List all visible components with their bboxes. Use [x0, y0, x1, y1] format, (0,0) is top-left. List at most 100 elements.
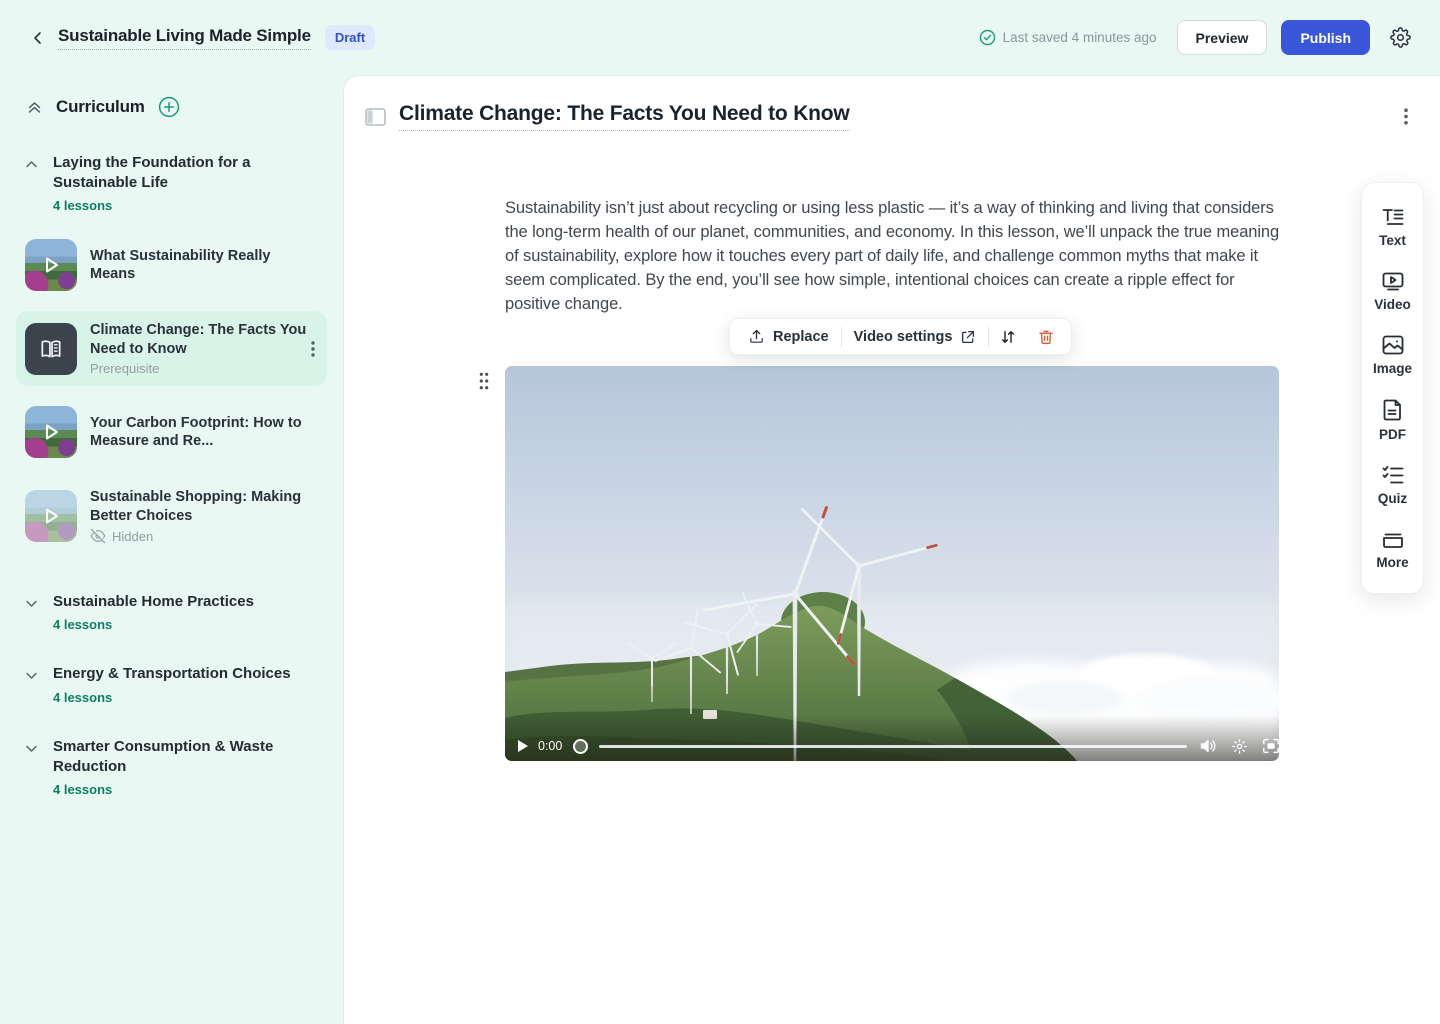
lesson-title: What Sustainability Really Means — [90, 247, 317, 284]
external-link-icon — [960, 329, 976, 345]
section-title: Energy & Transportation Choices — [53, 664, 319, 684]
video-settings-button[interactable]: Video settings — [842, 318, 989, 355]
publish-button[interactable]: Publish — [1281, 20, 1370, 55]
double-chevron-up-icon — [26, 99, 43, 116]
chevron-up-icon — [24, 157, 40, 213]
saved-status-text: Last saved 4 minutes ago — [1003, 30, 1157, 45]
sort-arrows-icon — [999, 328, 1017, 346]
seek-bar[interactable] — [599, 745, 1187, 748]
add-text-block-button[interactable]: Text — [1362, 195, 1423, 259]
header-actions: Last saved 4 minutes ago Preview Publish — [979, 20, 1416, 55]
collapse-all-button[interactable] — [24, 97, 44, 117]
video-block: Replace Video settings — [505, 366, 1280, 761]
add-quiz-block-button[interactable]: Quiz — [1362, 453, 1423, 517]
lesson-title: Climate Change: The Facts You Need to Kn… — [90, 321, 317, 358]
lesson-item[interactable]: What Sustainability Really Means — [16, 229, 327, 301]
book-open-icon — [38, 336, 64, 362]
curriculum-sidebar: Curriculum Laying the Foundation for a S… — [0, 75, 343, 1024]
video-thumbnail — [25, 490, 77, 542]
video-controls-bar: 0:00 — [505, 715, 1279, 761]
lesson-intro-paragraph[interactable]: Sustainability isn’t just about recyclin… — [505, 196, 1280, 316]
curriculum-title: Curriculum — [56, 97, 145, 117]
video-settings-label: Video settings — [854, 329, 953, 345]
lesson-title: Sustainable Shopping: Making Better Choi… — [90, 488, 317, 525]
play-icon — [25, 406, 77, 458]
play-button[interactable] — [517, 739, 529, 753]
section-title: Sustainable Home Practices — [53, 592, 319, 612]
section-title: Laying the Foundation for a Sustainable … — [53, 153, 319, 193]
more-blocks-button[interactable]: More — [1362, 517, 1423, 581]
section-header[interactable]: Sustainable Home Practices 4 lessons — [16, 592, 327, 632]
eye-off-icon — [90, 528, 106, 544]
player-gear-icon — [1231, 738, 1248, 755]
seek-handle[interactable] — [573, 739, 588, 754]
chevron-down-icon — [24, 741, 40, 797]
course-title[interactable]: Sustainable Living Made Simple — [58, 26, 311, 50]
status-badge: Draft — [325, 25, 375, 50]
lesson-list: What Sustainability Really Means Climate… — [16, 229, 327, 554]
section-lesson-count: 4 lessons — [53, 198, 319, 213]
gear-icon — [1390, 27, 1411, 48]
add-pdf-block-button[interactable]: PDF — [1362, 387, 1423, 453]
lesson-title[interactable]: Climate Change: The Facts You Need to Kn… — [399, 102, 850, 131]
saved-status: Last saved 4 minutes ago — [979, 29, 1157, 46]
lesson-header: Climate Change: The Facts You Need to Kn… — [344, 76, 1440, 131]
toggle-sidebar-button[interactable] — [363, 106, 388, 128]
volume-icon — [1199, 738, 1217, 754]
section-header[interactable]: Smarter Consumption & Waste Reduction 4 … — [16, 737, 327, 797]
upload-icon — [748, 328, 765, 345]
lesson-menu-button[interactable] — [1400, 104, 1412, 129]
delete-block-button[interactable] — [1027, 318, 1065, 355]
chevron-down-icon — [24, 668, 40, 704]
drag-handle-icon[interactable] — [479, 372, 489, 390]
sidebar-layout-icon — [365, 108, 386, 126]
curriculum-section: Sustainable Home Practices 4 lessons — [16, 592, 327, 632]
lesson-item-hidden[interactable]: Sustainable Shopping: Making Better Choi… — [16, 478, 327, 554]
settings-button[interactable] — [1384, 22, 1416, 54]
reading-thumbnail — [25, 323, 77, 375]
lesson-hidden-label: Hidden — [112, 529, 153, 544]
lesson-content: Sustainability isn’t just about recyclin… — [505, 196, 1280, 761]
add-section-button[interactable] — [157, 95, 181, 119]
fullscreen-icon — [1262, 738, 1279, 754]
section-title: Smarter Consumption & Waste Reduction — [53, 737, 319, 777]
play-icon — [25, 490, 77, 542]
block-palette: Text Video Image PDF Quiz — [1361, 182, 1424, 594]
kebab-icon — [311, 341, 315, 357]
back-button[interactable] — [24, 24, 52, 52]
preview-button[interactable]: Preview — [1177, 20, 1268, 55]
add-video-block-button[interactable]: Video — [1362, 259, 1423, 323]
replace-label: Replace — [773, 329, 829, 345]
play-icon — [25, 239, 77, 291]
lesson-prerequisite-label: Prerequisite — [90, 361, 317, 376]
lesson-title: Your Carbon Footprint: How to Measure an… — [90, 414, 317, 451]
quiz-icon — [1381, 464, 1405, 486]
section-lesson-count: 4 lessons — [53, 782, 319, 797]
curriculum-section: Smarter Consumption & Waste Reduction 4 … — [16, 737, 327, 797]
video-player[interactable]: 0:00 — [505, 366, 1279, 761]
section-header[interactable]: Energy & Transportation Choices 4 lesson… — [16, 664, 327, 704]
trash-icon — [1037, 328, 1055, 346]
section-lesson-count: 4 lessons — [53, 690, 319, 705]
kebab-icon — [1404, 108, 1408, 125]
video-frame-windfarm-scene — [505, 366, 1279, 761]
volume-button[interactable] — [1199, 738, 1217, 754]
move-block-button[interactable] — [989, 318, 1027, 355]
video-thumbnail — [25, 406, 77, 458]
plus-circle-icon — [158, 96, 180, 118]
replace-video-button[interactable]: Replace — [736, 318, 841, 355]
player-settings-button[interactable] — [1231, 738, 1248, 755]
lesson-item-selected[interactable]: Climate Change: The Facts You Need to Kn… — [16, 311, 327, 386]
lesson-editor-panel: Climate Change: The Facts You Need to Kn… — [343, 75, 1440, 1024]
pdf-icon — [1382, 398, 1404, 422]
lesson-menu-button[interactable] — [307, 337, 319, 361]
playback-time: 0:00 — [538, 739, 562, 753]
more-icon — [1381, 528, 1405, 550]
image-icon — [1381, 334, 1405, 356]
section-lesson-count: 4 lessons — [53, 617, 319, 632]
curriculum-header: Curriculum — [16, 95, 327, 119]
fullscreen-button[interactable] — [1262, 738, 1279, 754]
lesson-item[interactable]: Your Carbon Footprint: How to Measure an… — [16, 396, 327, 468]
add-image-block-button[interactable]: Image — [1362, 323, 1423, 387]
section-header[interactable]: Laying the Foundation for a Sustainable … — [16, 153, 327, 213]
